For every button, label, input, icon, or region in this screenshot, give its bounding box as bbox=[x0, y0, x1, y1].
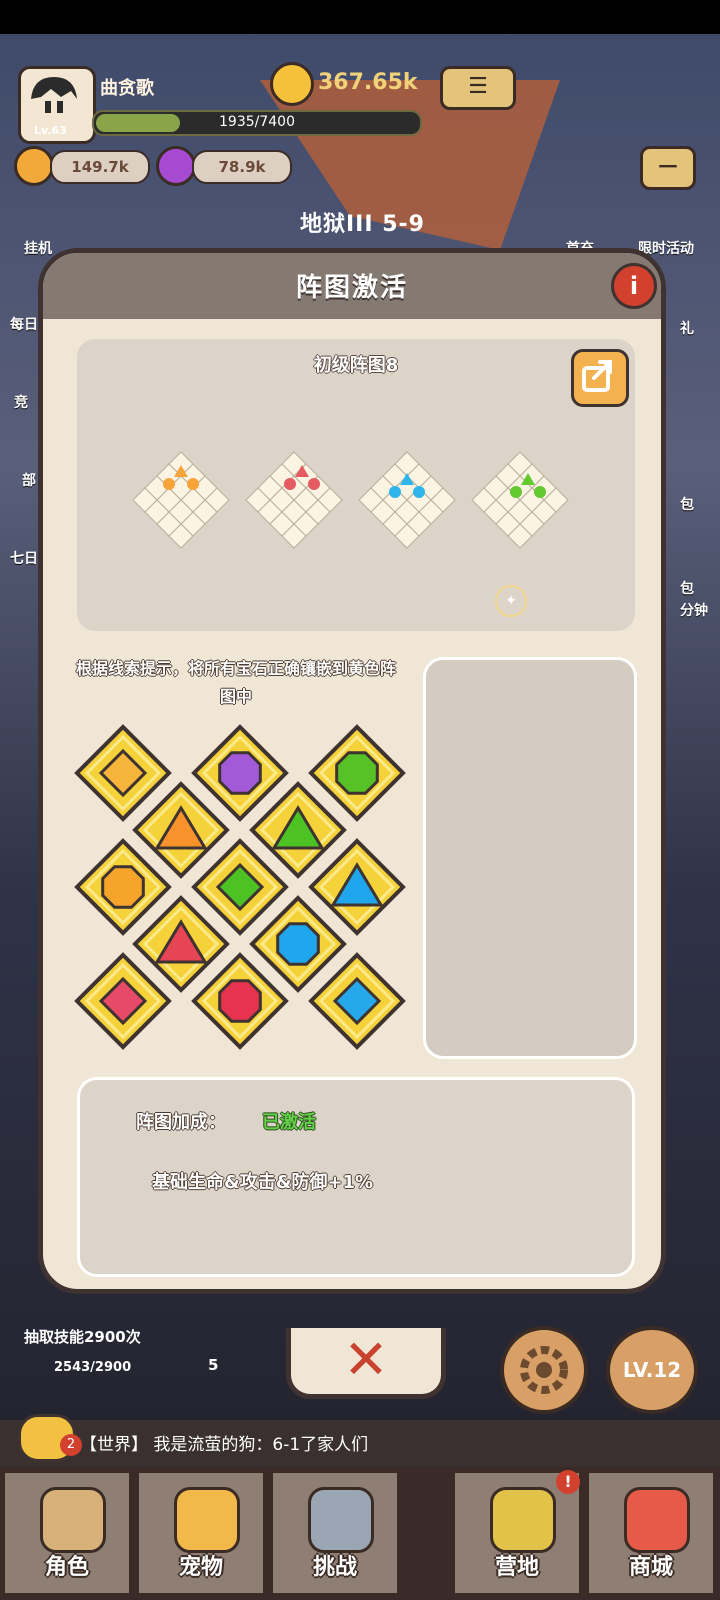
info-button[interactable]: i bbox=[611, 263, 657, 309]
gem-tile[interactable] bbox=[191, 838, 289, 936]
gem-tile[interactable] bbox=[191, 724, 289, 822]
player-level: Lv.63 bbox=[34, 124, 67, 137]
clue-grids bbox=[133, 451, 569, 549]
side-item-minutes[interactable]: 分钟 bbox=[680, 600, 708, 620]
side-item-arena[interactable]: 竞 bbox=[14, 392, 28, 412]
gold-icon bbox=[270, 62, 314, 106]
nav-label-camp: 营地 bbox=[494, 1555, 539, 1580]
puzzle-clue-panel: 初级阵图8 ✦ bbox=[77, 339, 635, 631]
gem-tile[interactable] bbox=[308, 838, 406, 936]
skill-progress: 2543/2900 bbox=[54, 1360, 132, 1375]
octagon-gem-icon bbox=[218, 979, 262, 1023]
formation-activation-modal: 阵图激活 i 初级阵图8 ✦ 根据线索提示，将所有宝石正确镶嵌到黄色阵图中 阵图… bbox=[38, 248, 666, 1294]
modal-title: 阵图激活 bbox=[295, 273, 408, 303]
nav-label-pet: 宠物 bbox=[178, 1555, 223, 1580]
side-item-gift[interactable]: 礼 bbox=[680, 318, 694, 338]
main-menu-button[interactable]: ☰ bbox=[440, 66, 516, 110]
settings-gear-button[interactable] bbox=[500, 1326, 588, 1414]
chat-message: 【世界】 我是流萤的狗：6-1了家人们 bbox=[80, 1430, 368, 1455]
clue-gem-mark bbox=[510, 486, 522, 498]
clue-grid bbox=[245, 451, 343, 549]
puzzle-title: 初级阵图8 bbox=[313, 355, 399, 376]
clue-gem-mark bbox=[389, 486, 401, 498]
puzzle-hint: 根据线索提示，将所有宝石正确镶嵌到黄色阵图中 bbox=[75, 659, 396, 706]
gem-tile[interactable] bbox=[132, 781, 230, 879]
skill-count: 5 bbox=[208, 1356, 219, 1374]
camp-icon bbox=[490, 1487, 556, 1553]
close-button[interactable]: ✕ bbox=[286, 1328, 446, 1399]
level-button[interactable]: LV.12 bbox=[606, 1326, 698, 1414]
bonus-effect: 基础生命&攻击&防御+1% bbox=[152, 1172, 374, 1193]
side-item-pack-1[interactable]: 包 bbox=[680, 494, 694, 514]
skill-draw-text: 抽取技能2900次 bbox=[24, 1328, 141, 1346]
clue-gem-mark bbox=[534, 486, 546, 498]
octagon-gem-icon bbox=[335, 751, 379, 795]
gem-tile[interactable] bbox=[249, 781, 347, 879]
collapse-button[interactable]: − bbox=[640, 146, 696, 190]
share-button[interactable] bbox=[571, 349, 629, 407]
gem-tile[interactable] bbox=[132, 895, 230, 993]
gold-amount: 367.65k bbox=[318, 70, 418, 95]
gem-board bbox=[74, 724, 406, 1050]
resource-2-amount: 78.9k bbox=[218, 158, 266, 176]
clue-grid bbox=[471, 451, 569, 549]
camp-alert-badge: ! bbox=[556, 1470, 580, 1494]
gem-tile[interactable] bbox=[74, 952, 172, 1050]
xp-bar: 1935/7400 bbox=[92, 110, 422, 136]
bonus-label: 阵图加成： bbox=[136, 1112, 226, 1133]
octagon-gem-icon bbox=[218, 751, 262, 795]
clue-gem-mark bbox=[413, 486, 425, 498]
gem-tile[interactable] bbox=[249, 895, 347, 993]
gem-slot-panel[interactable] bbox=[423, 657, 637, 1059]
sword-icon bbox=[308, 1487, 374, 1553]
share-icon bbox=[582, 360, 612, 392]
nav-label-challenge: 挑战 bbox=[312, 1555, 357, 1580]
clue-gem-mark bbox=[284, 478, 296, 490]
clue-gem-mark bbox=[308, 478, 320, 490]
gem-tile[interactable] bbox=[74, 724, 172, 822]
bonus-status: 已激活 bbox=[262, 1112, 316, 1133]
side-item-seven-day[interactable]: 七日 bbox=[10, 548, 38, 568]
nav-pet[interactable]: 宠物 bbox=[136, 1470, 266, 1596]
clue-grid bbox=[358, 451, 456, 549]
gem-currency-icon bbox=[156, 146, 196, 186]
nav-label-shop: 商城 bbox=[628, 1555, 673, 1580]
system-status-bar bbox=[0, 0, 720, 34]
nav-challenge[interactable]: 挑战 bbox=[270, 1470, 400, 1596]
side-item-daily[interactable]: 每日 bbox=[10, 314, 38, 334]
coin-icon bbox=[14, 146, 54, 186]
octagon-gem-icon bbox=[101, 865, 145, 909]
player-name: 曲贪歌 bbox=[100, 78, 154, 99]
nav-character[interactable]: 角色 bbox=[2, 1470, 132, 1596]
shop-icon bbox=[624, 1487, 690, 1553]
gem-tile[interactable] bbox=[191, 952, 289, 1050]
resource-1-amount: 149.7k bbox=[71, 158, 129, 176]
sparkle-icon: ✦ bbox=[495, 585, 527, 617]
resource-2-pill[interactable]: 78.9k bbox=[192, 150, 292, 184]
gem-tile[interactable] bbox=[74, 838, 172, 936]
character-icon bbox=[40, 1487, 106, 1553]
resource-1-pill[interactable]: 149.7k bbox=[50, 150, 150, 184]
gem-tile[interactable] bbox=[308, 952, 406, 1050]
chat-content: 我是流萤的狗：6-1了家人们 bbox=[153, 1435, 369, 1455]
nav-shop[interactable]: 商城 bbox=[586, 1470, 716, 1596]
chat-channel: 【世界】 bbox=[80, 1435, 148, 1455]
nav-label-character: 角色 bbox=[44, 1555, 89, 1580]
gear-icon bbox=[520, 1346, 568, 1394]
gem-tile[interactable] bbox=[308, 724, 406, 822]
bonus-panel: 阵图加成： 已激活 基础生命&攻击&防御+1% bbox=[77, 1077, 635, 1277]
clue-gem-mark bbox=[163, 478, 175, 490]
side-item-pack-2[interactable]: 包 bbox=[680, 578, 694, 598]
xp-text: 1935/7400 bbox=[219, 114, 295, 130]
side-item-section[interactable]: 部 bbox=[22, 470, 36, 490]
clue-gem-mark bbox=[187, 478, 199, 490]
stage-label: 地狱III 5-9 bbox=[300, 212, 425, 237]
octagon-gem-icon bbox=[276, 922, 320, 966]
clue-grid bbox=[133, 451, 230, 549]
chat-unread-badge: 2 bbox=[60, 1434, 82, 1456]
pet-icon bbox=[174, 1487, 240, 1553]
